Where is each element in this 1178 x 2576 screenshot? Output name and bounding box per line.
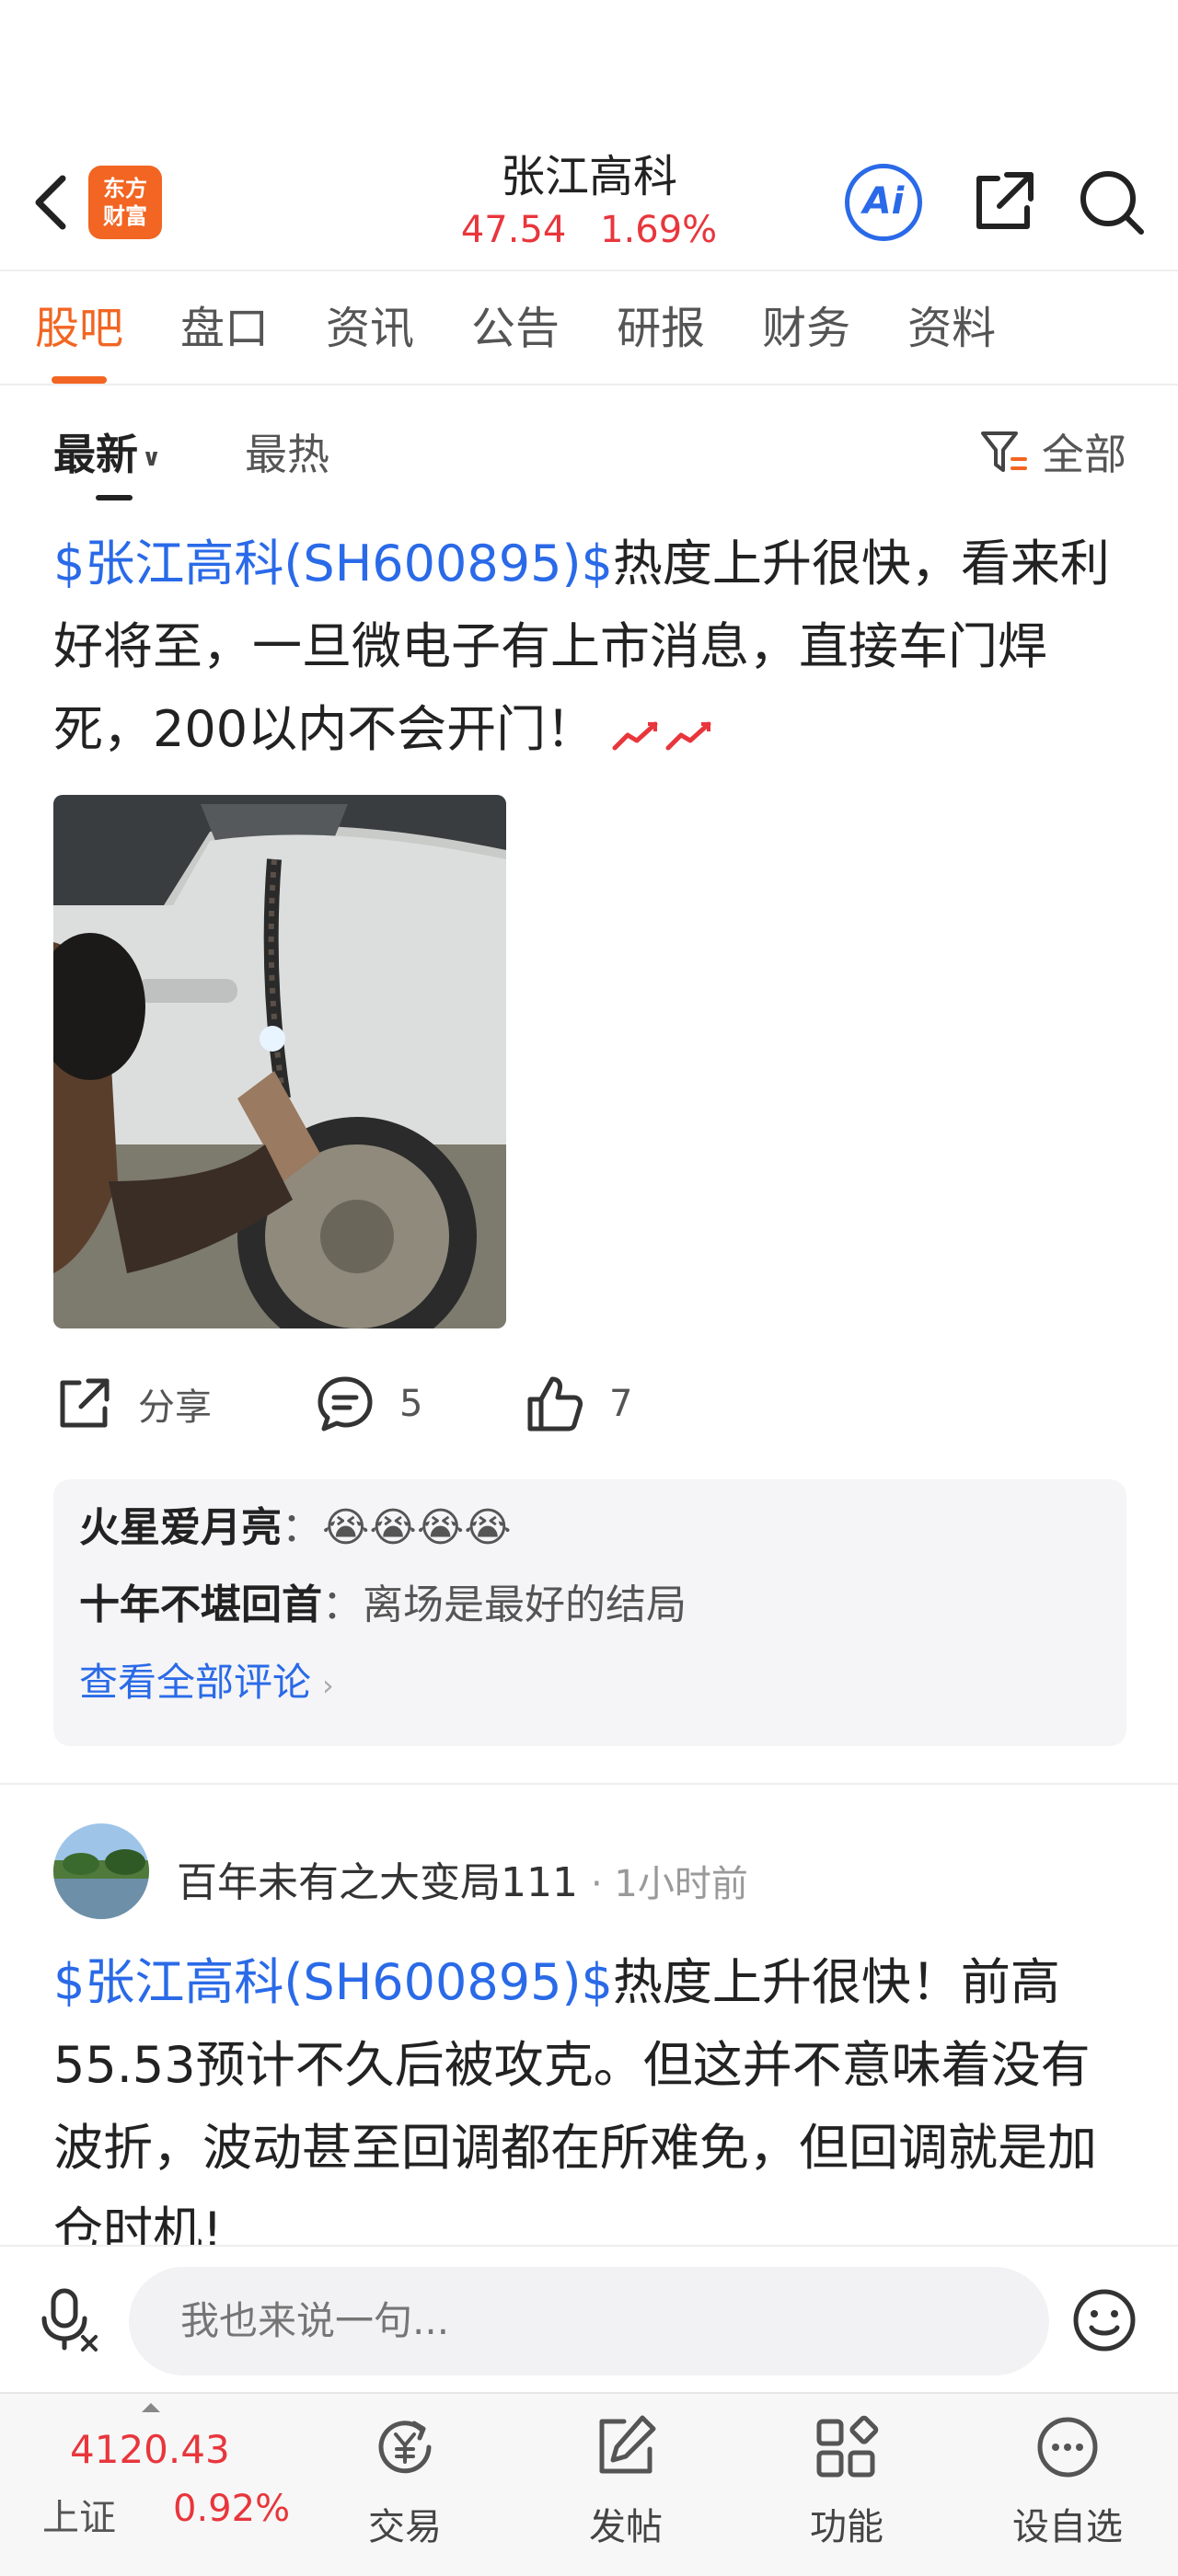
comment-username[interactable]: 十年不堪回首 — [79, 1581, 322, 1628]
share-stock-button[interactable] — [966, 166, 1040, 239]
comment-input[interactable] — [129, 2267, 1049, 2375]
comment-text: 离场是最好的结局 — [363, 1581, 687, 1628]
sort-latest-label: 最新 — [53, 430, 138, 479]
post-author-row: 百年未有之大变局111 · 1小时前 — [53, 1823, 1130, 1921]
stock-name: 张江高科 — [500, 151, 677, 202]
market-index-widget[interactable]: 4120.43 上证 0.92% — [42, 2403, 318, 2559]
tab-guba[interactable]: 股吧 — [35, 299, 123, 384]
ai-assistant-button[interactable]: Ai — [845, 164, 922, 241]
post-divider — [0, 1783, 1178, 1785]
post-body[interactable]: $张江高科(SH600895)$热度上升很快！前高55.53预计不久后被攻克。但… — [53, 1941, 1130, 2245]
stock-quote: 47.54 1.69% — [405, 206, 773, 254]
title-block[interactable]: 张江高科 47.54 1.69% — [405, 147, 773, 254]
comment-preview-item: 火星爱月亮：😭😭😭😭 — [79, 1505, 1101, 1551]
search-button[interactable] — [1075, 166, 1149, 239]
landscape-avatar-image — [53, 1823, 149, 1919]
tab-pankou[interactable]: 盘口 — [180, 299, 269, 358]
stock-tag-link[interactable]: $张江高科(SH600895)$ — [53, 535, 613, 592]
post-actions: 分享 5 7 — [0, 1367, 1178, 1450]
post-photo[interactable] — [53, 795, 506, 1328]
comment-count: 5 — [399, 1383, 423, 1425]
logo-text-top: 东方 — [103, 176, 147, 201]
sort-hottest-button[interactable]: 最热 — [245, 421, 329, 482]
smiley-icon — [1073, 2289, 1136, 2352]
comment-username[interactable]: 火星爱月亮 — [79, 1504, 282, 1551]
stock-change-pct: 1.69% — [600, 209, 718, 251]
thumbs-up-icon — [527, 1376, 583, 1432]
edit-icon — [599, 2415, 656, 2474]
nav-add-watchlist-label: 设自选 — [1012, 2506, 1123, 2548]
filter-button[interactable]: 全部 — [979, 421, 1126, 482]
comment-separator: ： — [322, 1581, 363, 1628]
comment-separator: ： — [282, 1504, 322, 1551]
post-body[interactable]: $张江高科(SH600895)$热度上升很快，看来利好将至，一旦微电子有上市消息… — [53, 523, 1130, 775]
microphone-icon — [41, 2288, 98, 2352]
sort-bar: 最新 ∨ 最热 全部 — [0, 396, 1178, 506]
nav-post[interactable]: 发帖 — [552, 2410, 699, 2550]
comment-button[interactable]: 5 — [315, 1367, 422, 1441]
car-welding-photo — [53, 795, 506, 1328]
tab-finance[interactable]: 财务 — [762, 299, 850, 358]
ai-icon: Ai — [862, 180, 905, 223]
comment-text: 😭😭😭😭 — [322, 1504, 512, 1551]
trend-up-icon — [611, 709, 714, 756]
share-label: 分享 — [138, 1386, 212, 1429]
emoji-button[interactable] — [1071, 2287, 1138, 2353]
nav-functions[interactable]: 功能 — [773, 2410, 920, 2550]
nav-add-watchlist[interactable]: 设自选 — [994, 2410, 1141, 2550]
chevron-down-icon: ∨ — [142, 443, 162, 472]
nav-functions-label: 功能 — [810, 2506, 884, 2548]
chevron-left-icon — [35, 175, 66, 230]
tab-news[interactable]: 资讯 — [326, 299, 414, 358]
caret-up-icon — [142, 2403, 160, 2412]
index-change-pct: 0.92% — [173, 2488, 291, 2530]
nav-post-label: 发帖 — [589, 2506, 663, 2548]
sort-active-indicator — [96, 495, 133, 500]
tab-profile[interactable]: 资料 — [907, 299, 996, 358]
post-author[interactable]: 百年未有之大变局111 · 1小时前 — [177, 1849, 748, 1908]
nav-trade[interactable]: 交易 — [331, 2410, 479, 2550]
comment-preview-box[interactable]: 火星爱月亮：😭😭😭😭 十年不堪回首：离场是最好的结局 查看全部评论 › — [53, 1479, 1126, 1746]
author-name: 百年未有之大变局111 — [177, 1859, 578, 1906]
stock-tag-link[interactable]: $张江高科(SH600895)$ — [53, 1953, 613, 2011]
share-button[interactable]: 分享 — [53, 1367, 212, 1441]
share-external-icon — [976, 172, 1034, 229]
view-all-label: 查看全部评论 — [79, 1660, 312, 1705]
stock-price: 47.54 — [460, 209, 567, 251]
yuan-cycle-icon — [378, 2421, 432, 2474]
index-value: 4120.43 — [70, 2427, 230, 2472]
comment-input-bar — [0, 2245, 1178, 2392]
stock-header: 东方 财富 张江高科 47.54 1.69% Ai — [0, 147, 1178, 271]
voice-input-button[interactable] — [37, 2287, 101, 2352]
bottom-nav: 4120.43 上证 0.92% 交易 发帖 功能 设自选 — [0, 2392, 1178, 2576]
grid-icon — [816, 2415, 879, 2478]
like-count: 7 — [609, 1383, 633, 1425]
avatar[interactable] — [53, 1823, 149, 1919]
share-icon — [60, 1378, 110, 1428]
tab-research[interactable]: 研报 — [617, 299, 705, 358]
tab-announcements[interactable]: 公告 — [471, 299, 560, 358]
filter-label: 全部 — [1042, 430, 1126, 479]
like-button[interactable]: 7 — [525, 1367, 632, 1441]
index-name: 上证 — [42, 2497, 116, 2539]
filter-icon — [981, 431, 1027, 472]
nav-trade-label: 交易 — [368, 2506, 442, 2548]
comment-preview-item: 十年不堪回首：离场是最好的结局 — [79, 1582, 1101, 1628]
comment-icon — [318, 1376, 373, 1432]
view-all-comments-link[interactable]: 查看全部评论 › — [79, 1660, 1101, 1708]
app-logo[interactable]: 东方 财富 — [88, 166, 162, 239]
search-icon — [1080, 171, 1144, 235]
logo-text-bottom: 财富 — [103, 203, 147, 229]
back-button[interactable] — [24, 166, 79, 239]
chevron-right-icon: › — [322, 1668, 334, 1703]
section-tabs: 股吧 盘口 资讯 公告 研报 财务 资料 — [0, 273, 1178, 385]
sort-latest-button[interactable]: 最新 ∨ — [53, 421, 161, 482]
post-time: · 1小时前 — [590, 1863, 748, 1905]
more-icon — [1037, 2417, 1098, 2478]
status-bar-area — [0, 0, 1178, 147]
